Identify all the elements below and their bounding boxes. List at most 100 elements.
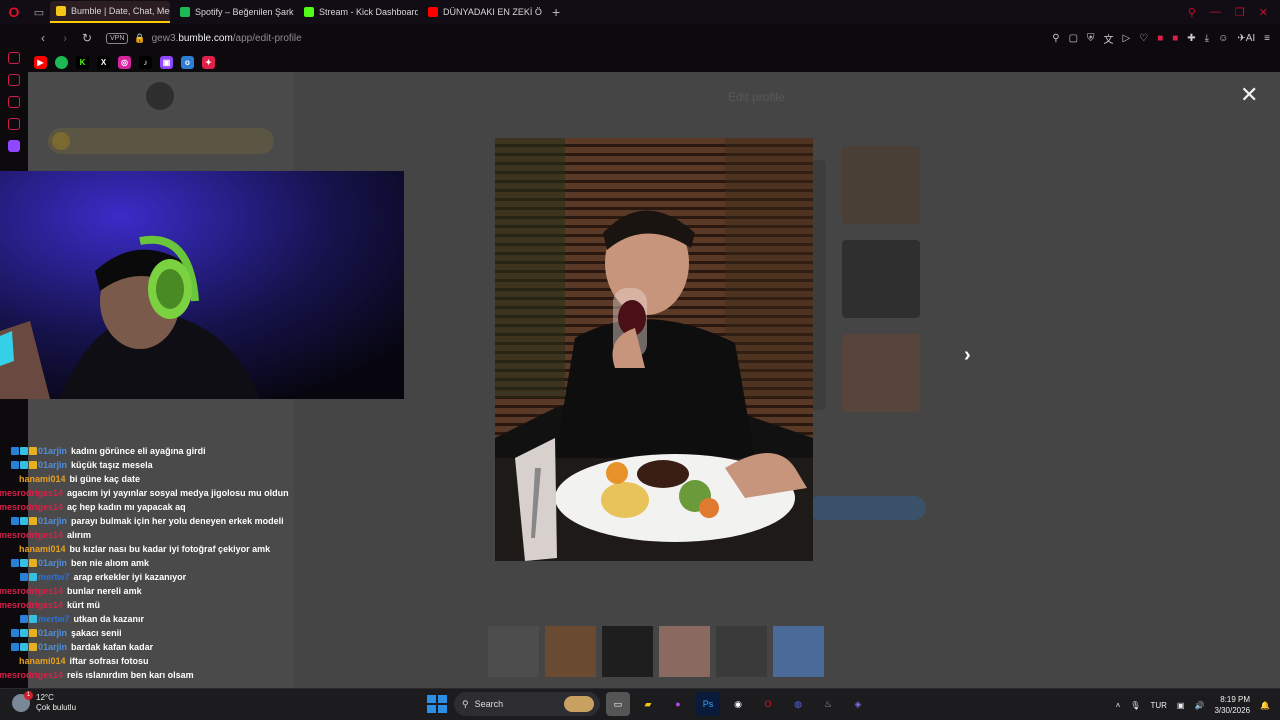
chat-username[interactable]: mesrodriges14: [0, 670, 63, 680]
profile-photo-slot[interactable]: [842, 334, 920, 412]
browser-tab[interactable]: Bumble | Date, Chat, Meet: [50, 1, 170, 23]
search-tabs-icon[interactable]: ⚲: [1188, 6, 1196, 19]
ai-button[interactable]: ✈AI: [1237, 33, 1255, 44]
instagram-bookmark-icon[interactable]: ◎: [118, 55, 131, 69]
taskbar-search[interactable]: ⚲ Search: [454, 692, 600, 716]
lock-icon[interactable]: 🔒: [134, 33, 145, 44]
chat-username[interactable]: mesrodriges14: [0, 488, 63, 498]
notification-icon[interactable]: 🔔: [1260, 701, 1270, 710]
chat-username[interactable]: 01arjin: [38, 446, 67, 456]
profile-icon[interactable]: ☺: [1218, 33, 1228, 44]
back-icon[interactable]: ‹: [34, 31, 52, 45]
chevron-up-icon[interactable]: ˄: [1116, 701, 1121, 710]
next-photo-arrow[interactable]: ›: [964, 344, 971, 367]
task-view-icon[interactable]: ▭: [606, 692, 630, 716]
chat-username[interactable]: mesrodriges14: [0, 586, 63, 596]
opera-logo-icon[interactable]: O: [0, 0, 28, 24]
translate-icon[interactable]: 文: [1104, 31, 1114, 46]
games-bookmark-icon[interactable]: ✦: [202, 55, 215, 69]
reload-icon[interactable]: ↻: [78, 31, 96, 45]
chat-username[interactable]: 01arjin: [38, 642, 67, 652]
chat-message: hanami014 bu kızlar nası bu kadar iyi fot…: [0, 542, 420, 556]
chat-badge-icon: [29, 629, 37, 637]
close-window-icon[interactable]: ✕: [1259, 6, 1268, 19]
play-icon[interactable]: ▷: [1123, 33, 1131, 44]
vpn-badge[interactable]: VPN: [106, 32, 129, 44]
windows-start-icon[interactable]: [424, 692, 448, 716]
forward-icon[interactable]: ›: [56, 31, 74, 45]
app-circle-icon[interactable]: ●: [666, 692, 690, 716]
app-icon[interactable]: ◈: [846, 692, 870, 716]
x-bookmark-icon[interactable]: X: [97, 55, 110, 69]
chat-username[interactable]: 01arjin: [38, 628, 67, 638]
chat-badge-icon: [11, 629, 19, 637]
chat-username[interactable]: mertw7: [38, 614, 70, 624]
spotify-bookmark-icon[interactable]: [55, 55, 68, 69]
thumbnail[interactable]: [716, 626, 767, 677]
snapshot-icon[interactable]: ▢: [1069, 33, 1078, 44]
new-tab-button[interactable]: +: [546, 4, 566, 20]
profile-photo-slot[interactable]: [842, 240, 920, 318]
chat-username[interactable]: mertw7: [38, 572, 70, 582]
sidebar-lock-icon[interactable]: [8, 74, 20, 86]
download-icon[interactable]: ⤓: [1205, 33, 1209, 44]
browser-tab[interactable]: Spotify – Beğenilen Şarkılar: [174, 1, 294, 23]
youtube-bookmark-icon[interactable]: ▶: [34, 55, 47, 69]
shield-icon[interactable]: ⛨: [1087, 33, 1095, 44]
clock[interactable]: 8:19 PM 3/30/2026: [1214, 694, 1250, 716]
thumbnail[interactable]: [659, 626, 710, 677]
chat-username[interactable]: 01arjin: [38, 460, 67, 470]
boost-banner[interactable]: [48, 128, 274, 154]
menu-icon[interactable]: ≡: [1264, 33, 1270, 44]
tiktok-bookmark-icon[interactable]: ♪: [139, 55, 152, 69]
thumbnail[interactable]: [545, 626, 596, 677]
thumbnail[interactable]: [773, 626, 824, 677]
thumbnail[interactable]: [602, 626, 653, 677]
language-indicator[interactable]: TUR: [1150, 701, 1166, 710]
avatar[interactable]: [146, 82, 174, 110]
chat-badge-icon: [29, 643, 37, 651]
microphone-icon[interactable]: 🎙: [1130, 701, 1140, 710]
extension-icon[interactable]: ■: [1172, 33, 1178, 44]
sidebar-messenger-icon[interactable]: [8, 118, 20, 130]
sidebar-twitch-icon[interactable]: [8, 140, 20, 152]
chat-username[interactable]: hanami014: [19, 656, 66, 666]
chat-username[interactable]: mesrodriges14: [0, 600, 63, 610]
chat-username[interactable]: mesrodriges14: [0, 502, 63, 512]
chat-username[interactable]: hanami014: [19, 474, 66, 484]
opera-taskbar-icon[interactable]: O: [756, 692, 780, 716]
tab-island-icon[interactable]: ▭: [28, 0, 50, 24]
chat-username[interactable]: 01arjin: [38, 516, 67, 526]
chat-badge-icon: [11, 559, 19, 567]
file-explorer-icon[interactable]: ▰: [636, 692, 660, 716]
restore-icon[interactable]: ❐: [1235, 6, 1245, 19]
sidebar-instagram-icon[interactable]: [8, 96, 20, 108]
chat-username[interactable]: mesrodriges14: [0, 530, 63, 540]
pin-icon[interactable]: ⚲: [1052, 33, 1059, 44]
bookmarks-bar: ▶ K X ◎ ♪ ▣ o ✦: [0, 52, 1280, 72]
heart-icon[interactable]: ♡: [1139, 33, 1148, 44]
steam-icon[interactable]: ♨: [816, 692, 840, 716]
kick-bookmark-icon[interactable]: K: [76, 55, 89, 69]
sidebar-history-icon[interactable]: [8, 52, 20, 64]
minimize-icon[interactable]: —: [1210, 6, 1221, 18]
discord-icon[interactable]: ◍: [786, 692, 810, 716]
close-icon[interactable]: ✕: [1240, 82, 1258, 108]
url-field[interactable]: gew3.bumble.com/app/edit-profile: [152, 33, 302, 44]
network-icon[interactable]: ▣: [1177, 701, 1185, 710]
weather-widget[interactable]: 12°C Çok bulutlu: [12, 691, 76, 713]
volume-icon[interactable]: 🔊: [1194, 701, 1204, 710]
thumbnail[interactable]: [488, 626, 539, 677]
adblock-icon[interactable]: ■: [1157, 33, 1163, 44]
outlook-bookmark-icon[interactable]: o: [181, 55, 194, 69]
main-profile-photo: [495, 138, 813, 561]
twitch-bookmark-icon[interactable]: ▣: [160, 55, 173, 69]
chat-username[interactable]: hanami014: [19, 544, 66, 554]
extensions-icon[interactable]: ✚: [1187, 33, 1195, 44]
chat-username[interactable]: 01arjin: [38, 558, 67, 568]
obs-icon[interactable]: ◉: [726, 692, 750, 716]
photoshop-icon[interactable]: Ps: [696, 692, 720, 716]
browser-tab[interactable]: Stream - Kick Dashboard: [298, 1, 418, 23]
profile-photo-slot[interactable]: [842, 146, 920, 224]
browser-tab[interactable]: DÜNYADAKI EN ZEKİ ÖRÜMCEK: [422, 1, 542, 23]
